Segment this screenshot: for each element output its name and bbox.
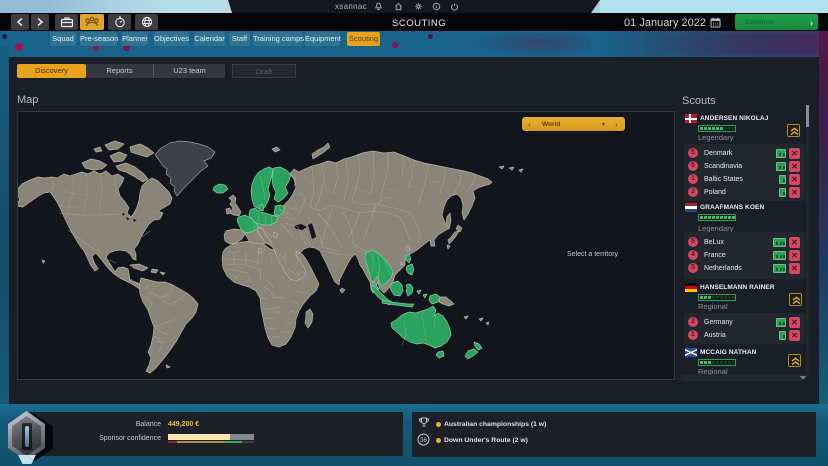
svg-text:36: 36 <box>420 438 427 444</box>
